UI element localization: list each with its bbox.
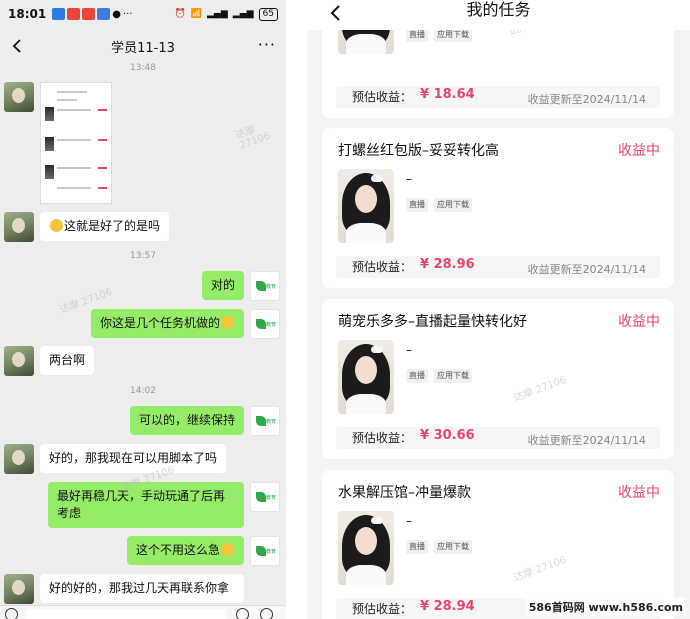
avatar[interactable]: 教育 — [250, 482, 280, 512]
chevron-left-icon — [12, 39, 21, 53]
task-thumbnail — [338, 340, 394, 414]
income-row: 预估收益： ¥ 30.66 收益更新至2024/11/14 — [336, 427, 660, 449]
plus-icon[interactable] — [260, 608, 273, 619]
task-card[interactable]: 打螺丝红包版–妥妥转化高 收益中 – 直播 应用下载 预估收益： ¥ 28.96… — [322, 128, 674, 288]
task-status: 收益中 — [618, 143, 660, 159]
chat-message[interactable]: 可以的，继续保持 — [129, 406, 244, 435]
task-name: 水果解压馆–冲量爆款 — [338, 485, 471, 501]
task-thumbnail — [338, 169, 394, 243]
income-label: 预估收益： — [352, 602, 413, 616]
task-status: 收益中 — [618, 485, 660, 501]
chat-title: 学员11-13 — [111, 40, 175, 56]
alarm-icon: ⏰ — [174, 9, 186, 19]
income-value: ¥ 30.66 — [420, 428, 475, 443]
income-update-time: 收益更新至2024/11/14 — [527, 93, 646, 106]
more-dots-icon: ··· — [122, 8, 133, 20]
app-notification-icon — [82, 8, 96, 20]
income-value: ¥ 28.96 — [420, 257, 475, 272]
task-card[interactable]: 水果解压馆–冲量爆款 收益中 – 直播 应用下载 预估收益： ¥ 28.94 — [322, 470, 674, 619]
income-value: ¥ 18.64 — [420, 87, 475, 102]
tag: 直播 — [406, 28, 428, 42]
timestamp: 14:02 — [130, 386, 156, 396]
tag: 应用下载 — [434, 369, 472, 383]
battery-icon: 65 — [258, 7, 278, 21]
tasks-panel: 我的任务 直播 应用下载 预估收益： ¥ 18.64 收益更新至2024/11/… — [307, 0, 690, 619]
income-update-time: 收益更新至2024/11/14 — [527, 434, 646, 447]
avatar[interactable]: 教育 — [250, 406, 280, 436]
avatar[interactable]: 教育 — [250, 309, 280, 339]
income-update-time: 收益更新至2024/11/14 — [527, 263, 646, 276]
app-notification-icon — [52, 8, 66, 20]
app-notification-icon — [67, 8, 81, 20]
sweat-smile-icon — [221, 543, 234, 556]
income-label: 预估收益： — [352, 90, 413, 104]
tag: 直播 — [406, 198, 428, 212]
tag: 应用下载 — [434, 540, 472, 554]
task-name: 萌宠乐多多–直播起量快转化好 — [338, 314, 527, 330]
chat-message[interactable]: 对的 — [201, 271, 244, 300]
income-value: ¥ 28.94 — [420, 599, 475, 614]
chat-panel: 18:01 ● ··· ⏰ 📶 ▂▄▆ ▂▄▆ 65 学员11-13 ··· 1… — [0, 0, 286, 619]
task-status: 收益中 — [618, 314, 660, 330]
back-button[interactable] — [6, 34, 28, 58]
smiley-icon — [50, 219, 63, 232]
task-description: – — [406, 514, 412, 528]
signal-icon: ▂▄▆ — [207, 9, 228, 19]
income-row: 预估收益： ¥ 28.96 收益更新至2024/11/14 — [336, 256, 660, 278]
income-label: 预估收益： — [352, 431, 413, 445]
avatar[interactable] — [4, 346, 34, 376]
tag: 应用下载 — [434, 198, 472, 212]
tag: 应用下载 — [434, 28, 472, 42]
chat-message[interactable]: 好的，那我现在可以用脚本了吗 — [40, 444, 227, 473]
income-label: 预估收益： — [352, 260, 413, 274]
emoji-icon[interactable] — [236, 608, 249, 619]
chat-message[interactable]: 好的好的，那我过几天再联系你拿 — [40, 574, 244, 603]
app-notification-icon — [97, 8, 111, 20]
page-title: 我的任务 — [466, 0, 531, 19]
message-input[interactable] — [26, 609, 226, 619]
task-card[interactable]: 萌宠乐多多–直播起量快转化好 收益中 – 直播 应用下载 预估收益： ¥ 30.… — [322, 299, 674, 459]
timestamp: 13:48 — [130, 63, 156, 73]
watermark: 达摩 27106 — [234, 124, 272, 152]
chat-message[interactable]: 这个不用这么急 — [126, 536, 244, 565]
chat-message[interactable]: 两台啊 — [40, 346, 95, 375]
avatar[interactable]: 教育 — [250, 536, 280, 566]
task-thumbnail — [338, 511, 394, 585]
chat-header: 学员11-13 ··· — [0, 30, 286, 62]
avatar[interactable] — [4, 444, 34, 474]
status-time: 18:01 — [8, 7, 47, 21]
task-name: 打螺丝红包版–妥妥转化高 — [338, 143, 499, 159]
wifi-icon: 📶 — [190, 9, 203, 19]
site-watermark: 586首码网 www.h586.com — [525, 598, 686, 616]
avatar[interactable] — [4, 212, 34, 242]
chat-message[interactable]: 这就是好了的是吗 — [40, 212, 170, 241]
avatar[interactable] — [4, 82, 34, 112]
signal-icon: ▂▄▆ — [232, 9, 254, 19]
image-message[interactable] — [40, 82, 112, 204]
status-bar: 18:01 ● ··· ⏰ 📶 ▂▄▆ ▂▄▆ 65 — [0, 0, 286, 28]
chat-bubble-icon: ● — [112, 8, 121, 20]
task-description: – — [406, 172, 412, 186]
tasks-nav: 我的任务 — [307, 0, 690, 30]
avatar[interactable] — [4, 574, 34, 604]
more-options-button[interactable]: ··· — [258, 34, 276, 56]
flushed-face-icon — [221, 316, 234, 329]
income-row: 预估收益： ¥ 18.64 收益更新至2024/11/14 — [336, 86, 660, 108]
tag: 直播 — [406, 369, 428, 383]
tag: 直播 — [406, 540, 428, 554]
chat-message[interactable]: 你这是几个任务机做的 — [90, 309, 244, 338]
task-description: – — [406, 343, 412, 357]
timestamp: 13:57 — [130, 251, 156, 261]
avatar[interactable]: 教育 — [250, 271, 280, 301]
chat-message[interactable]: 最好再稳几天，手动玩通了后再考虑 — [48, 482, 244, 528]
chat-input-bar — [0, 605, 286, 619]
voice-icon[interactable] — [5, 608, 18, 619]
